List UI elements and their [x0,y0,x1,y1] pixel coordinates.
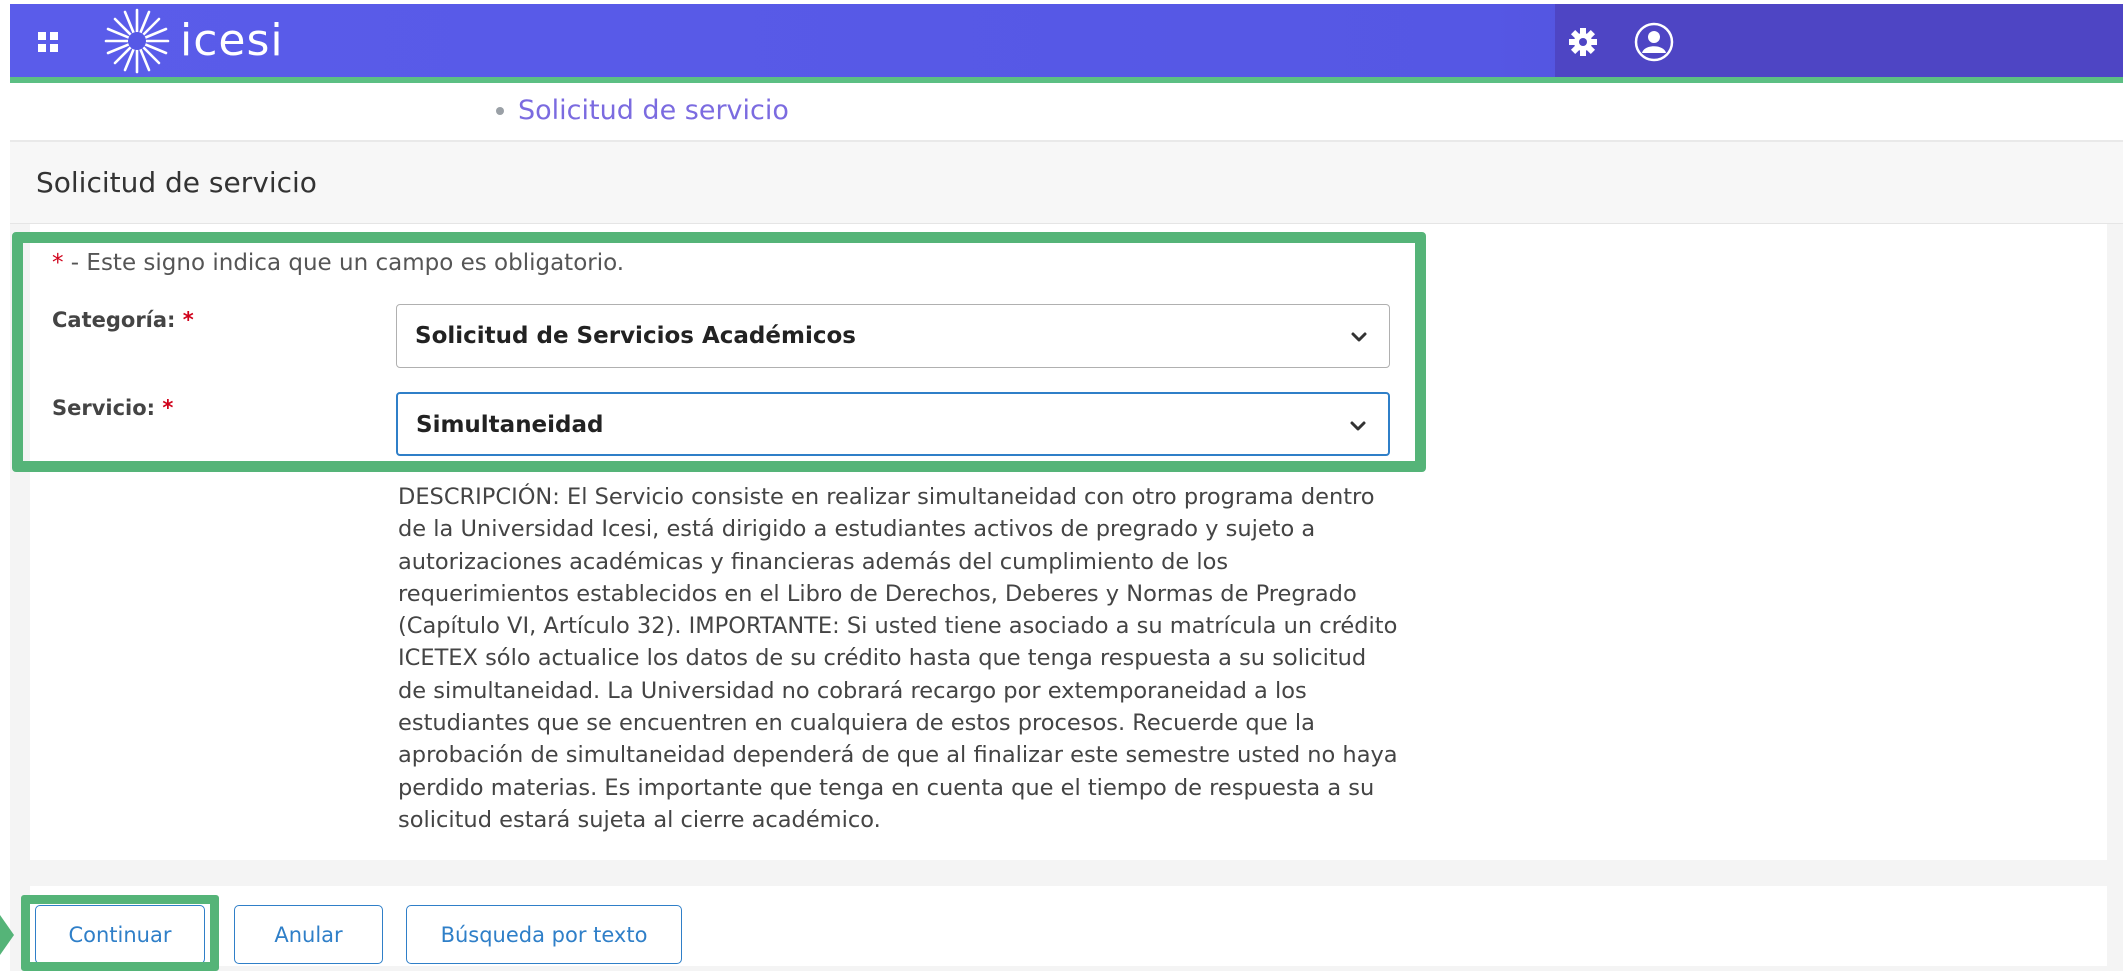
logo-text: icesi [180,15,284,66]
breadcrumb: Solicitud de servicio [496,95,789,126]
breadcrumb-bullet [496,106,504,115]
cancel-button[interactable]: Anular [234,905,383,964]
text-search-button[interactable]: Búsqueda por texto [406,905,682,964]
icesi-sun-logo-icon [104,8,170,73]
header-accent-line [10,77,2123,83]
page-title: Solicitud de servicio [36,166,317,199]
form-highlight-box [12,232,1426,472]
gear-icon[interactable] [1567,26,1599,58]
icesi-logo[interactable]: icesi [100,4,284,77]
pointer-arrow-icon [0,915,14,955]
service-description: DESCRIPCIÓN: El Servicio consiste en rea… [398,484,1398,833]
grid-menu-icon[interactable] [38,32,58,52]
breadcrumb-link-solicitud[interactable]: Solicitud de servicio [518,95,789,126]
user-icon[interactable] [1634,22,1674,62]
page-title-band: Solicitud de servicio [10,140,2123,224]
continue-highlight-box [21,895,219,971]
